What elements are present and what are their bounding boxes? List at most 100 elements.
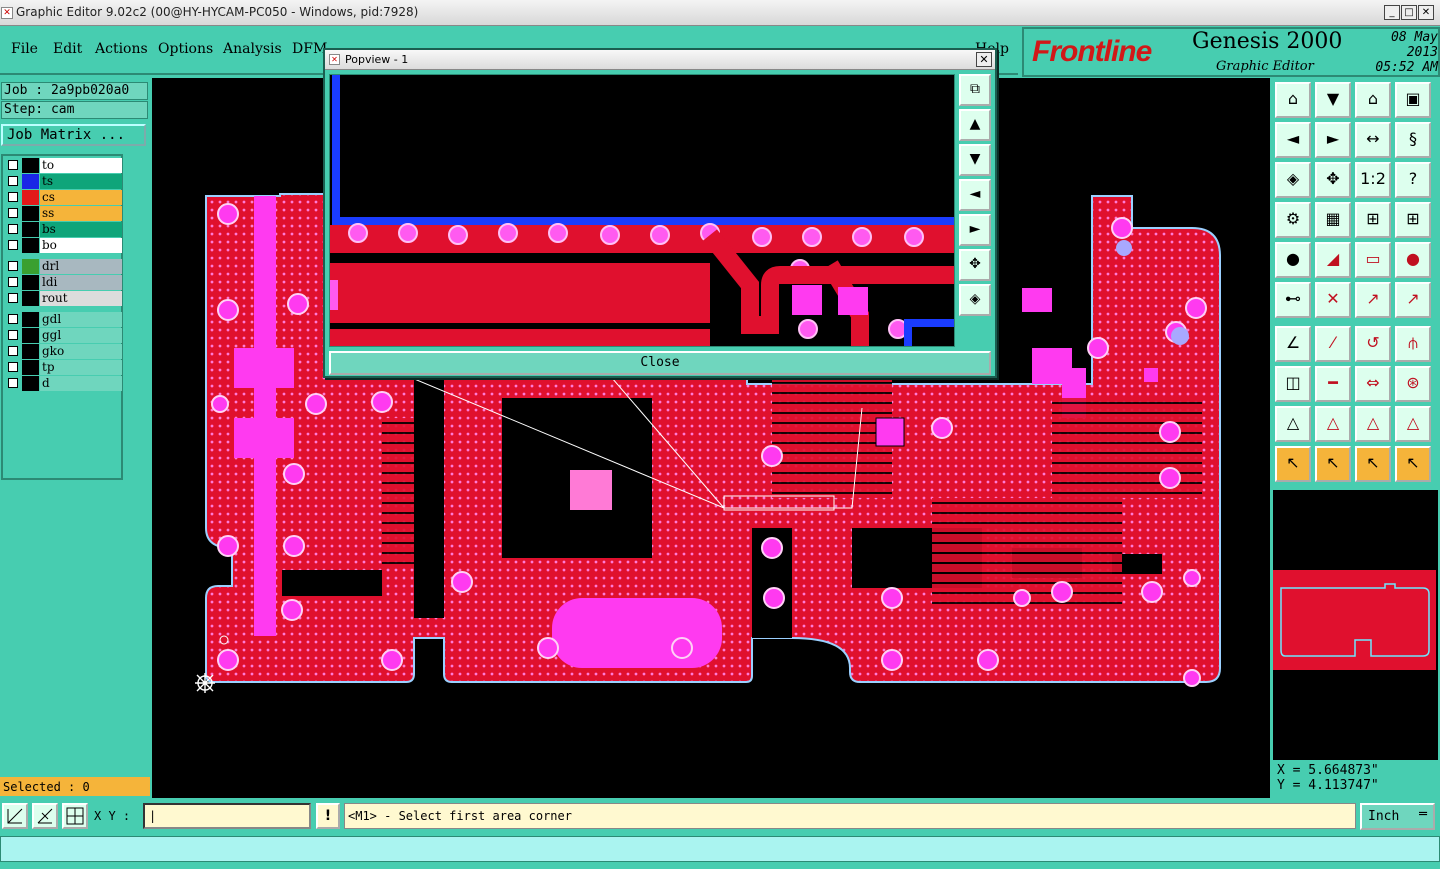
layer-row-gdl[interactable]: gdl — [5, 312, 122, 327]
layer-checkbox[interactable] — [8, 293, 18, 303]
zoom-fit-icon[interactable]: ✥ — [959, 249, 991, 281]
feature-alt-icon[interactable]: ⊞ — [1395, 202, 1431, 238]
minimize-button[interactable]: _ — [1384, 5, 1400, 20]
layer-row-ss[interactable]: ss — [5, 206, 122, 221]
layer-name[interactable]: bo — [40, 238, 122, 253]
snap-center-icon[interactable] — [62, 803, 88, 829]
zoom-down-icon[interactable]: ▼ — [1315, 82, 1351, 118]
pan-right-icon[interactable]: ► — [959, 214, 991, 246]
xy-input[interactable]: | — [143, 803, 311, 829]
pan-right-icon[interactable]: ► — [1315, 122, 1351, 158]
layer-checkbox[interactable] — [8, 378, 18, 388]
layer-name[interactable]: gdl — [40, 312, 122, 327]
layer-name[interactable]: cs — [40, 190, 122, 205]
layer-name[interactable]: tp — [40, 360, 122, 375]
help-icon[interactable]: ? — [1395, 162, 1431, 198]
ruler-icon[interactable]: ▭ — [1355, 242, 1391, 278]
layer-checkbox[interactable] — [8, 192, 18, 202]
select-lasso-icon[interactable]: ↖ — [1355, 446, 1391, 482]
layer-checkbox[interactable] — [8, 240, 18, 250]
layer-row-bo[interactable]: bo — [5, 238, 122, 253]
node-icon[interactable]: ⊷ — [1275, 282, 1311, 318]
layer-checkbox[interactable] — [8, 261, 18, 271]
home-icon[interactable]: ⌂ — [1355, 82, 1391, 118]
layer-checkbox[interactable] — [8, 277, 18, 287]
zoom-down-icon[interactable]: ▼ — [959, 144, 991, 176]
layer-checkbox[interactable] — [8, 208, 18, 218]
snap-angle-icon[interactable] — [32, 803, 58, 829]
layer-row-gko[interactable]: gko — [5, 344, 122, 359]
move-icon[interactable]: ↗ — [1355, 282, 1391, 318]
menu-dfm[interactable]: DFM — [292, 41, 327, 57]
layer-checkbox[interactable] — [8, 224, 18, 234]
triangle-d-icon[interactable]: △ — [1395, 406, 1431, 442]
menu-actions[interactable]: Actions — [95, 41, 148, 57]
layer-name[interactable]: d — [40, 376, 122, 391]
zoom-window-icon[interactable]: ⧉ — [959, 74, 991, 106]
popview-close-button[interactable]: Close — [329, 351, 991, 375]
tools-icon[interactable]: ⚙ — [1275, 202, 1311, 238]
slash-icon[interactable]: ⁄ — [1315, 326, 1351, 362]
menu-edit[interactable]: Edit — [53, 41, 82, 57]
overview-map[interactable] — [1273, 490, 1438, 760]
grid-icon[interactable]: ▦ — [1315, 202, 1351, 238]
zoom-fit-icon[interactable]: ◈ — [1275, 162, 1311, 198]
line-icon[interactable]: ∠ — [1275, 326, 1311, 362]
window-close-button[interactable]: ✕ — [1418, 5, 1434, 20]
snap-grid-icon[interactable] — [2, 803, 28, 829]
scale-icon[interactable]: 1:2 — [1355, 162, 1391, 198]
layer-row-to[interactable]: to — [5, 158, 122, 173]
layer-row-ldi[interactable]: ldi — [5, 275, 122, 290]
layer-row-ggl[interactable]: ggl — [5, 328, 122, 343]
layer-row-tp[interactable]: tp — [5, 360, 122, 375]
layer-name[interactable]: ldi — [40, 275, 122, 290]
layer-name[interactable]: to — [40, 158, 122, 173]
layer-name[interactable]: ggl — [40, 328, 122, 343]
group-icon[interactable]: ⊛ — [1395, 366, 1431, 402]
copy-icon[interactable]: ↗ — [1395, 282, 1431, 318]
layer-name[interactable]: ts — [40, 174, 122, 189]
pan-left-icon[interactable]: ◄ — [1275, 122, 1311, 158]
arc-icon[interactable]: ↺ — [1355, 326, 1391, 362]
layer-name[interactable]: rout — [40, 291, 122, 306]
unit-selector[interactable]: Inch ═ — [1360, 803, 1435, 830]
layer-name[interactable]: drl — [40, 259, 122, 274]
popview-close-icon[interactable]: ✕ — [976, 52, 992, 67]
layer-checkbox[interactable] — [8, 176, 18, 186]
square-icon[interactable]: ◫ — [1275, 366, 1311, 402]
popview-canvas[interactable] — [329, 74, 955, 347]
redraw-icon[interactable]: § — [1395, 122, 1431, 158]
menu-options[interactable]: Options — [158, 41, 213, 57]
resize-icon[interactable]: ⇔ — [1355, 366, 1391, 402]
split-icon[interactable]: ⫛ — [1395, 326, 1431, 362]
zoom-up-icon[interactable]: ▲ — [959, 109, 991, 141]
pan-left-icon[interactable]: ◄ — [959, 179, 991, 211]
layer-row-d[interactable]: d — [5, 376, 122, 391]
layer-row-rout[interactable]: rout — [5, 291, 122, 306]
layer-row-cs[interactable]: cs — [5, 190, 122, 205]
cross-icon[interactable]: ✕ — [1315, 282, 1351, 318]
triangle-c-icon[interactable]: △ — [1355, 406, 1391, 442]
job-matrix-button[interactable]: Job Matrix ... — [1, 124, 146, 146]
layer-checkbox[interactable] — [8, 346, 18, 356]
window-icon[interactable]: ▣ — [1395, 82, 1431, 118]
pan-center-icon[interactable]: ✥ — [1315, 162, 1351, 198]
layer-checkbox[interactable] — [8, 362, 18, 372]
select-box-icon[interactable]: ↖ — [1315, 446, 1351, 482]
feature-icon[interactable]: ⊞ — [1355, 202, 1391, 238]
layer-name[interactable]: bs — [40, 222, 122, 237]
alert-button[interactable]: ! — [316, 803, 340, 829]
connect-icon[interactable]: ━ — [1315, 366, 1351, 402]
fill-icon[interactable]: ● — [1275, 242, 1311, 278]
layer-checkbox[interactable] — [8, 330, 18, 340]
layer-name[interactable]: ss — [40, 206, 122, 221]
layer-name[interactable]: gko — [40, 344, 122, 359]
pan-center-icon[interactable]: ◈ — [959, 284, 991, 316]
layer-row-drl[interactable]: drl — [5, 259, 122, 274]
layer-checkbox[interactable] — [8, 160, 18, 170]
select-arrow-icon[interactable]: ↖ — [1275, 446, 1311, 482]
triangle-a-icon[interactable]: △ — [1275, 406, 1311, 442]
triangle-b-icon[interactable]: △ — [1315, 406, 1351, 442]
layer-row-bs[interactable]: bs — [5, 222, 122, 237]
layer-row-ts[interactable]: ts — [5, 174, 122, 189]
